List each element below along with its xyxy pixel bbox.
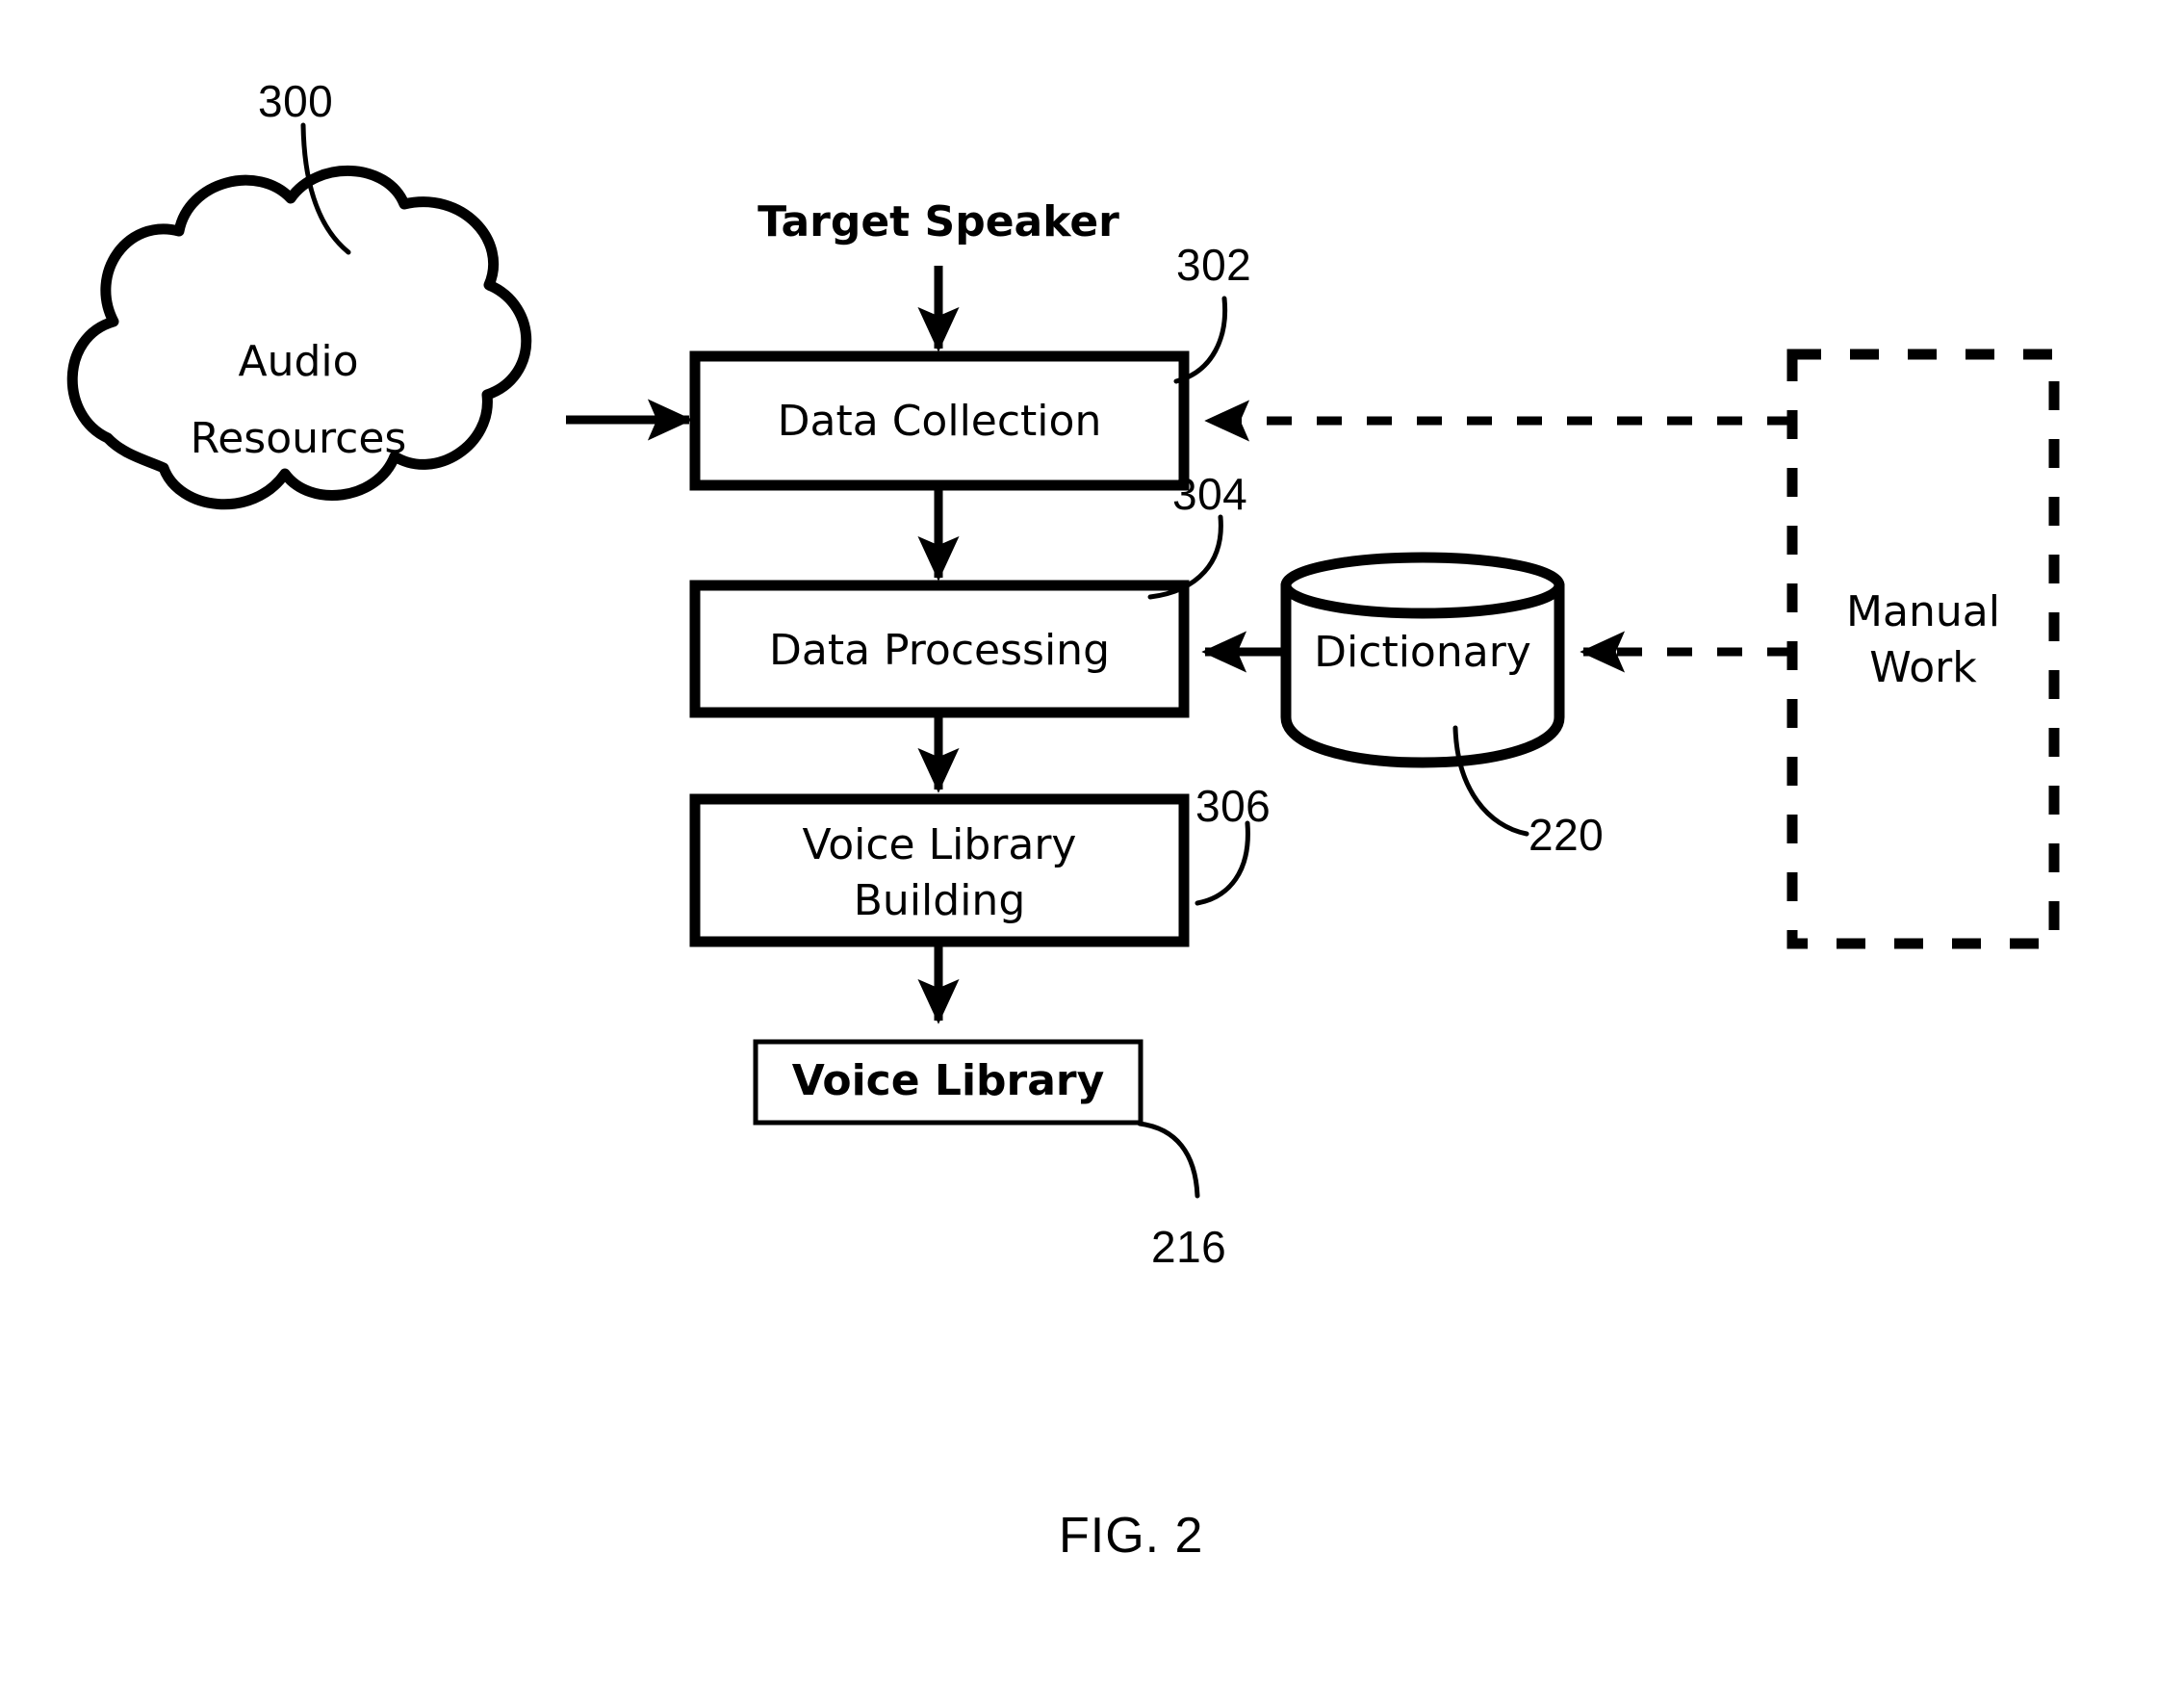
reference-numeral-304: 304 <box>1172 469 1248 519</box>
data-processing-label: Data Processing <box>769 626 1110 675</box>
reference-numeral-300: 300 <box>258 76 334 126</box>
voice-library-building-label-line2: Building <box>853 876 1026 925</box>
voice-library-building-label-line1: Voice Library <box>802 820 1077 869</box>
voice-library-label: Voice Library <box>791 1056 1105 1105</box>
leader-line-306 <box>1195 820 1250 906</box>
manual-work-label-line2: Work <box>1869 643 1977 692</box>
reference-numeral-216: 216 <box>1151 1222 1227 1272</box>
target-speaker-label: Target Speaker <box>758 197 1119 246</box>
reference-numeral-302: 302 <box>1176 240 1252 290</box>
dictionary-label: Dictionary <box>1314 628 1531 677</box>
patent-figure: 300 Audio Resources Target Speaker 302 D… <box>0 0 2184 1683</box>
data-collection-label: Data Collection <box>777 397 1102 446</box>
reference-numeral-306: 306 <box>1195 781 1272 831</box>
audio-resources-label-line2: Resources <box>190 414 407 463</box>
audio-resources-label-line1: Audio <box>238 337 359 386</box>
manual-work-label-line1: Manual <box>1846 587 2000 636</box>
figure-caption: FIG. 2 <box>1059 1508 1204 1564</box>
leader-line-216 <box>1137 1121 1200 1199</box>
reference-numeral-220: 220 <box>1529 810 1605 860</box>
